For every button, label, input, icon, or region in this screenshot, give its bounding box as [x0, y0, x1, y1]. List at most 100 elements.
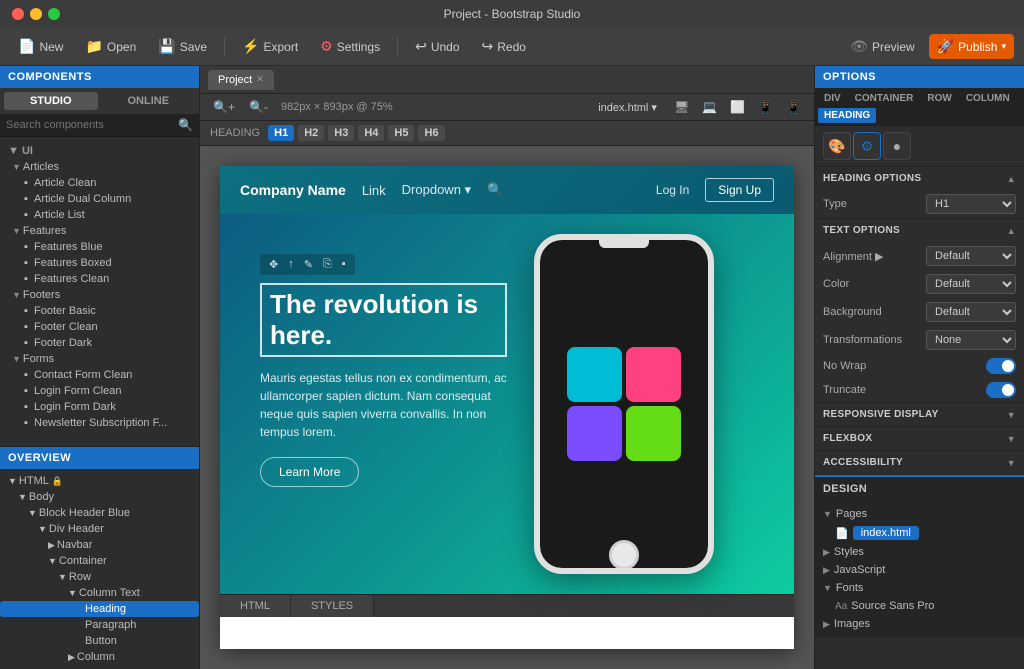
zoom-out-btn[interactable]: 🔍- [244, 98, 273, 116]
flexbox-header[interactable]: FLEXBOX ▼ [815, 427, 1024, 450]
nowrap-toggle[interactable] [986, 358, 1016, 374]
tab-container[interactable]: CONTAINER [849, 91, 920, 106]
tree-article-dual[interactable]: ▪ Article Dual Column [0, 191, 199, 207]
index-chip[interactable]: index.html [853, 526, 919, 540]
ov-row[interactable]: ▼ Row [0, 569, 199, 585]
design-fonts[interactable]: ▼ Fonts [815, 579, 1024, 597]
background-select[interactable]: Default [926, 302, 1016, 322]
design-styles[interactable]: ▶ Styles [815, 543, 1024, 561]
device-tablet-btn[interactable]: ⬜ [725, 98, 750, 116]
close-button[interactable] [12, 8, 24, 20]
maximize-button[interactable] [48, 8, 60, 20]
device-phone-btn[interactable]: 📱 [753, 98, 778, 116]
hero-tool-edit[interactable]: ✎ [301, 257, 316, 272]
h6-btn[interactable]: H6 [418, 125, 444, 141]
hero-tool-move[interactable]: ✥ [266, 257, 281, 272]
minimize-button[interactable] [30, 8, 42, 20]
opt-color-icon[interactable]: 🎨 [823, 132, 851, 160]
undo-button[interactable]: ↩ Undo [407, 34, 467, 59]
truncate-toggle[interactable] [986, 382, 1016, 398]
new-button[interactable]: 📄 New [10, 34, 71, 59]
hero-tool-up[interactable]: ↑ [285, 257, 297, 272]
tree-features[interactable]: ▼ Features [0, 223, 199, 239]
tab-div[interactable]: DIV [818, 91, 847, 106]
tab-row[interactable]: ROW [921, 91, 957, 106]
preview-dropdown[interactable]: Dropdown ▾ [402, 182, 471, 198]
opt-circle-icon[interactable]: ● [883, 132, 911, 160]
ov-html[interactable]: ▼ HTML 🔒 [0, 473, 199, 489]
responsive-header[interactable]: RESPONSIVE DISPLAY ▼ [815, 403, 1024, 426]
design-images[interactable]: ▶ Images [815, 615, 1024, 633]
tab-heading[interactable]: HEADING [818, 108, 876, 123]
tree-article-clean[interactable]: ▪ Article Clean [0, 175, 199, 191]
design-index[interactable]: 📄 index.html [815, 523, 1024, 543]
h5-btn[interactable]: H5 [388, 125, 414, 141]
html-tab[interactable]: HTML [220, 595, 291, 617]
transformations-select[interactable]: None [926, 330, 1016, 350]
device-desktop-btn[interactable]: 🖥 [669, 98, 694, 116]
device-small-btn[interactable]: 📱 [781, 98, 806, 116]
tree-features-blue[interactable]: ▪ Features Blue [0, 239, 199, 255]
publish-button[interactable]: 🚀 Publish ▾ [929, 34, 1014, 59]
ov-block-header[interactable]: ▼ Block Header Blue [0, 505, 199, 521]
h2-btn[interactable]: H2 [298, 125, 324, 141]
ov-column[interactable]: ▶ Column [0, 649, 199, 665]
canvas-area[interactable]: Company Name Link Dropdown ▾ 🔍 Log In Si… [200, 146, 814, 669]
hero-heading[interactable]: The revolution is here. [260, 283, 507, 357]
design-pages[interactable]: ▼ Pages [815, 505, 1024, 523]
tree-contact-form[interactable]: ▪ Contact Form Clean [0, 367, 199, 383]
heading-options-header[interactable]: HEADING OPTIONS ▲ [815, 167, 1024, 190]
tree-article-list[interactable]: ▪ Article List [0, 207, 199, 223]
ov-body[interactable]: ▼ Body [0, 489, 199, 505]
accessibility-header[interactable]: ACCESSIBILITY ▼ [815, 451, 1024, 474]
color-select[interactable]: Default [926, 274, 1016, 294]
design-javascript[interactable]: ▶ JavaScript [815, 561, 1024, 579]
tab-column[interactable]: COLUMN [960, 91, 1016, 106]
ov-button[interactable]: Button [0, 633, 199, 649]
nav-search-icon[interactable]: 🔍 [487, 182, 503, 198]
ov-column-text[interactable]: ▼ Column Text [0, 585, 199, 601]
search-input[interactable] [6, 119, 178, 131]
open-button[interactable]: 📁 Open [77, 34, 144, 59]
window-controls[interactable] [12, 8, 60, 20]
tab-close-icon[interactable]: ✕ [256, 74, 264, 85]
save-button[interactable]: 💾 Save [150, 34, 215, 59]
tree-footers[interactable]: ▼ Footers [0, 287, 199, 303]
redo-button[interactable]: ↪ Redo [474, 34, 534, 59]
project-tab[interactable]: Project ✕ [208, 70, 274, 90]
tab-studio[interactable]: STUDIO [4, 92, 98, 110]
hero-tool-copy[interactable]: ⎘ [320, 257, 335, 272]
tree-features-clean[interactable]: ▪ Features Clean [0, 271, 199, 287]
alignment-select[interactable]: Default Left Center Right [926, 246, 1016, 266]
settings-button[interactable]: ⚙ Settings [312, 34, 388, 59]
ov-navbar[interactable]: ▶ Navbar [0, 537, 199, 553]
tree-forms[interactable]: ▼ Forms [0, 351, 199, 367]
tab-online[interactable]: ONLINE [102, 92, 196, 110]
h4-btn[interactable]: H4 [358, 125, 384, 141]
tree-newsletter[interactable]: ▪ Newsletter Subscription F... [0, 415, 199, 431]
tree-features-boxed[interactable]: ▪ Features Boxed [0, 255, 199, 271]
h3-btn[interactable]: H3 [328, 125, 354, 141]
tree-login-form-dark[interactable]: ▪ Login Form Dark [0, 399, 199, 415]
ov-container[interactable]: ▼ Container [0, 553, 199, 569]
hero-tool-delete[interactable]: ▪ [339, 257, 349, 272]
text-options-header[interactable]: TEXT OPTIONS ▲ [815, 219, 1024, 242]
styles-tab[interactable]: STYLES [291, 595, 374, 617]
tree-articles[interactable]: ▼ Articles [0, 159, 199, 175]
preview-login[interactable]: Log In [656, 183, 689, 197]
ov-div-header[interactable]: ▼ Div Header [0, 521, 199, 537]
preview-link[interactable]: Link [362, 183, 386, 198]
design-source-sans[interactable]: Aa Source Sans Pro [815, 597, 1024, 615]
ov-paragraph[interactable]: Paragraph [0, 617, 199, 633]
canvas-file[interactable]: index.html ▾ [598, 101, 657, 114]
preview-signup[interactable]: Sign Up [705, 178, 774, 202]
tree-login-form-clean[interactable]: ▪ Login Form Clean [0, 383, 199, 399]
preview-button[interactable]: 👁 Preview [842, 34, 922, 59]
h1-btn[interactable]: H1 [268, 125, 294, 141]
tree-footer-dark[interactable]: ▪ Footer Dark [0, 335, 199, 351]
ov-heading[interactable]: Heading [0, 601, 199, 617]
export-button[interactable]: ⚡ Export [234, 34, 306, 59]
tree-footer-clean[interactable]: ▪ Footer Clean [0, 319, 199, 335]
zoom-in-btn[interactable]: 🔍+ [208, 98, 240, 116]
opt-gear-icon[interactable]: ⚙ [853, 132, 881, 160]
